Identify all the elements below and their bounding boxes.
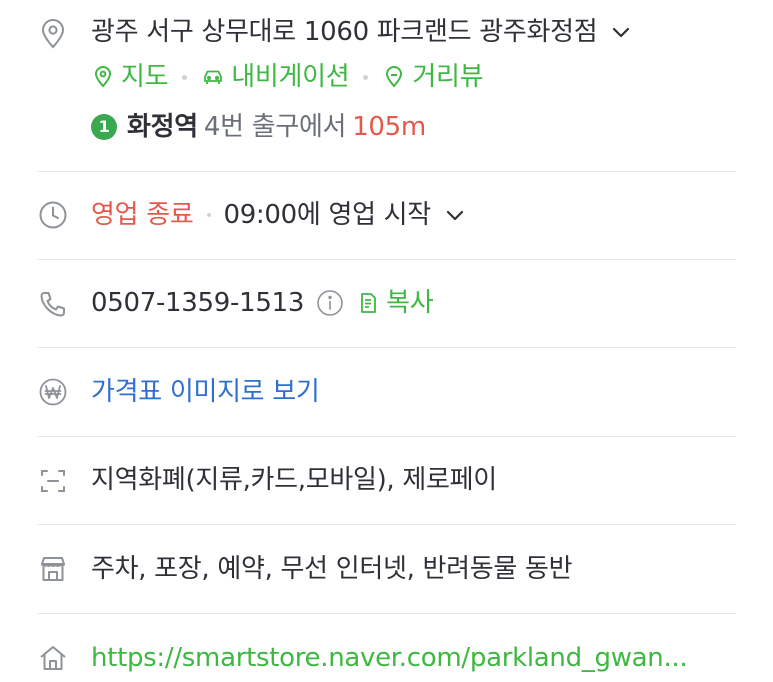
business-status: 영업 종료	[91, 200, 194, 230]
map-pin-icon	[91, 65, 115, 89]
phone-row: 0507-1359-1513 복사	[91, 285, 434, 321]
payment-row: 지역화폐(지류,카드,모바일), 제로페이	[91, 462, 497, 498]
divider	[37, 259, 736, 260]
homepage-link[interactable]: https://smartstore.naver.com/parkland_gw…	[91, 640, 688, 676]
navigation-link[interactable]: 내비게이션	[231, 59, 349, 95]
separator-dot	[363, 74, 369, 80]
location-pin-icon	[36, 17, 70, 51]
homepage-row[interactable]: https://smartstore.naver.com/parkland_gw…	[91, 640, 688, 676]
phone-icon	[36, 287, 70, 321]
amenities-list: 주차, 포장, 예약, 무선 인터넷, 반려동물 동반	[91, 554, 573, 584]
payment-methods: 지역화폐(지류,카드,모바일), 제로페이	[91, 465, 497, 495]
separator-dot	[182, 74, 188, 80]
next-open-time: 09:00에 영업 시작	[223, 200, 431, 230]
separator-dot	[207, 213, 212, 217]
copy-icon[interactable]	[356, 291, 380, 315]
address-text: 광주 서구 상무대로 1060 파크랜드 광주화정점	[91, 17, 598, 47]
divider	[37, 524, 736, 525]
copy-button[interactable]: 복사	[386, 285, 434, 321]
store-icon	[36, 552, 70, 586]
subway-line-badge: 1	[91, 114, 117, 140]
amenities-row: 주차, 포장, 예약, 무선 인터넷, 반려동물 동반	[91, 551, 572, 587]
street-view-icon	[382, 65, 406, 89]
price-image-link[interactable]: 가격표 이미지로 보기	[91, 374, 320, 410]
info-icon[interactable]	[316, 289, 344, 317]
address-row[interactable]: 광주 서구 상무대로 1060 파크랜드 광주화정점	[91, 14, 633, 50]
subway-station: 화정역	[127, 112, 198, 142]
chevron-down-icon[interactable]	[609, 20, 633, 44]
chevron-down-icon[interactable]	[443, 203, 467, 227]
map-link[interactable]: 지도	[121, 59, 169, 95]
divider	[37, 171, 736, 172]
subway-exit: 4번 출구에서	[203, 112, 347, 142]
home-icon	[36, 641, 70, 675]
phone-number[interactable]: 0507-1359-1513	[91, 285, 304, 321]
place-info-panel: 광주 서구 상무대로 1060 파크랜드 광주화정점 지도 내비게이션 거리뷰 …	[0, 0, 773, 682]
street-view-link[interactable]: 거리뷰	[412, 59, 483, 95]
car-icon	[201, 65, 225, 89]
clock-icon	[36, 198, 70, 232]
subway-info: 1 화정역 4번 출구에서 105m	[91, 109, 426, 145]
divider	[37, 613, 736, 614]
scan-icon	[36, 464, 70, 498]
subway-distance: 105m	[352, 112, 426, 142]
divider	[37, 436, 736, 437]
won-icon	[36, 375, 70, 409]
address-links: 지도 내비게이션 거리뷰	[91, 59, 484, 95]
divider	[37, 347, 736, 348]
price-row[interactable]: 가격표 이미지로 보기	[91, 374, 320, 410]
hours-row[interactable]: 영업 종료 09:00에 영업 시작	[91, 197, 467, 233]
